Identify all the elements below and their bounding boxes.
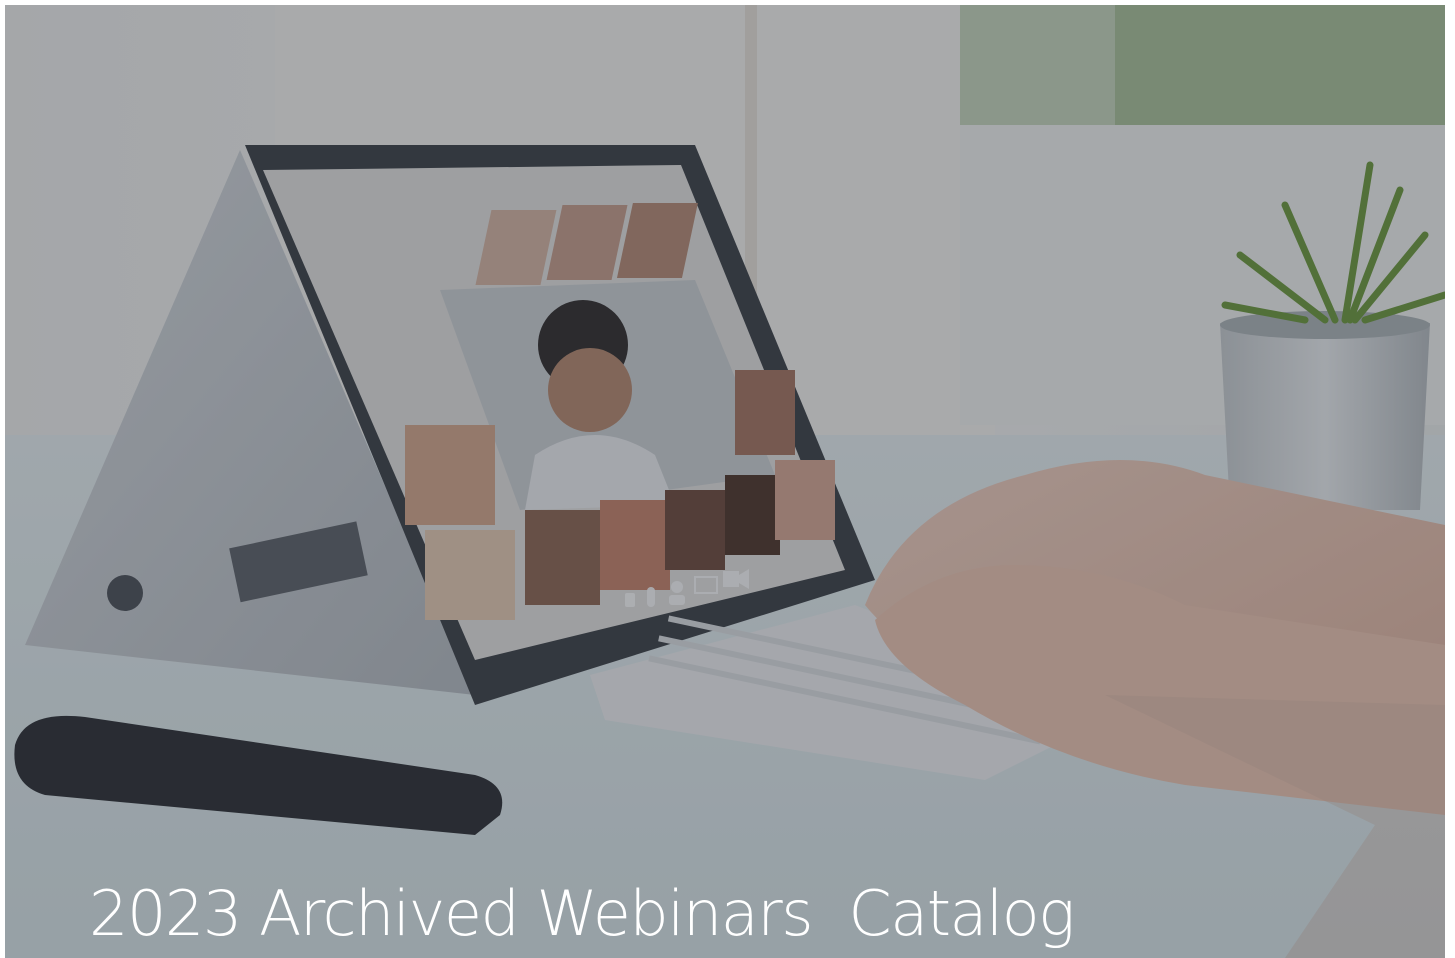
page-title: 2023 Archived Webinars Catalog <box>89 877 1075 950</box>
hero-banner: 2023 Archived Webinars Catalog <box>5 5 1445 958</box>
hero-overlay <box>5 5 1445 958</box>
